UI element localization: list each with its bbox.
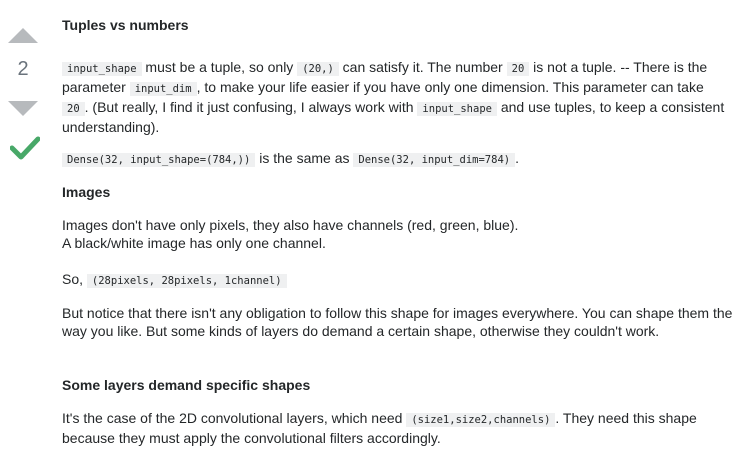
paragraph-text: must be a tuple, so only (141, 59, 298, 75)
paragraph-tuples: input_shape must be a tuple, so only (20… (62, 58, 734, 136)
paragraph-text: It's the case of the 2D convolutional la… (62, 410, 407, 426)
inline-code: Dense(32, input_dim=784) (353, 153, 516, 167)
paragraph-text: can satisfy it. The number (338, 59, 507, 75)
heading-tuples-vs-numbers: Tuples vs numbers (62, 17, 189, 33)
inline-code: 20 (62, 102, 85, 116)
inline-code: input_shape (417, 102, 497, 116)
paragraph-so: So, (28pixels, 28pixels, 1channel) (62, 270, 734, 290)
inline-code: (28pixels, 28pixels, 1channel) (86, 274, 287, 288)
accepted-checkmark-icon (10, 136, 40, 160)
heading-some-layers: Some layers demand specific shapes (62, 377, 311, 393)
paragraph-text: Images don't have only pixels, they also… (62, 217, 519, 233)
paragraph-text: is the same as (255, 150, 354, 166)
paragraph-text: , to make your life easier if you have o… (196, 79, 704, 95)
downvote-arrow-icon[interactable] (8, 101, 38, 116)
paragraph-text: A black/white image has only one channel… (62, 235, 326, 251)
heading-images: Images (62, 184, 111, 200)
inline-code: input_shape (62, 62, 142, 76)
paragraph-dense: Dense(32, input_shape=(784,)) is the sam… (62, 149, 734, 169)
paragraph-images: Images don't have only pixels, they also… (62, 216, 734, 252)
paragraph-text: . (515, 150, 519, 166)
paragraph-text: . (But really, I find it just confusing,… (84, 99, 418, 115)
inline-code: 20 (506, 62, 530, 76)
paragraph-convolutional: It's the case of the 2D convolutional la… (62, 409, 734, 447)
paragraph-text: So, (62, 271, 87, 287)
inline-code: Dense(32, input_shape=(784,)) (62, 153, 256, 167)
upvote-arrow-icon[interactable] (8, 28, 38, 43)
inline-code: (size1,size2,channels) (406, 413, 556, 427)
vote-count: 2 (17, 58, 29, 80)
vote-column: 2 (0, 0, 52, 456)
inline-code: input_dim (129, 82, 197, 96)
paragraph-shape-notice: But notice that there isn't any obligati… (62, 305, 733, 339)
inline-code: (20,) (297, 62, 339, 76)
